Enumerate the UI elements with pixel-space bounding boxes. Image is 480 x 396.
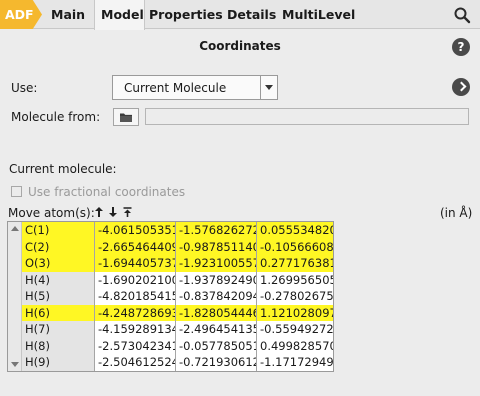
arrow-up-icon[interactable] xyxy=(94,206,104,218)
search-icon[interactable] xyxy=(453,6,471,24)
coordinate-y-cell[interactable]: -1.937892490 xyxy=(176,271,257,290)
coordinate-z-cell[interactable]: 1.121028097 xyxy=(257,304,333,323)
molecule-from-label: Molecule from: xyxy=(11,110,101,124)
tab-properties[interactable]: Properties xyxy=(149,0,223,29)
table-row[interactable]: H(7) -4.159289134 -2.496454135 -0.559492729 xyxy=(22,321,333,339)
tab-multilevel[interactable]: MultiLevel xyxy=(282,0,355,29)
coordinate-z-cell[interactable]: 0.277176381 xyxy=(257,255,333,273)
coordinate-z-cell[interactable]: -0.278026751 xyxy=(257,288,333,306)
arrow-down-icon[interactable] xyxy=(108,206,118,218)
current-molecule-label: Current molecule: xyxy=(9,162,117,176)
fractional-coordinates-label: Use fractional coordinates xyxy=(28,185,186,199)
tab-adf[interactable]: ADF xyxy=(0,0,42,29)
atom-name-cell[interactable]: H(6) xyxy=(22,304,95,323)
coordinate-y-cell[interactable]: -0.057785051 xyxy=(176,337,257,356)
table-scrollbar[interactable] xyxy=(8,222,22,371)
tab-model[interactable]: Model xyxy=(94,0,145,30)
move-to-top-icon[interactable] xyxy=(123,207,132,217)
table-row[interactable]: H(9) -2.504612524 -0.721930612 -1.171729499 xyxy=(22,354,333,371)
use-select[interactable]: Current Molecule xyxy=(112,75,278,100)
atom-name-cell[interactable]: H(5) xyxy=(22,288,95,306)
chevron-right-icon[interactable] xyxy=(452,78,470,96)
coordinate-x-cell[interactable]: -1.694405737 xyxy=(95,255,176,273)
chevron-down-icon[interactable] xyxy=(260,76,277,99)
coordinate-x-cell[interactable]: -4.159289134 xyxy=(95,321,176,339)
panel-title: Coordinates xyxy=(199,39,281,53)
scroll-down-icon[interactable] xyxy=(11,362,19,367)
atom-name-cell[interactable]: O(3) xyxy=(22,255,95,273)
move-atoms-label: Move atom(s): xyxy=(8,206,95,220)
coordinate-x-cell[interactable]: -2.665464409 xyxy=(95,238,176,257)
table-row[interactable]: H(4) -1.690202100 -1.937892490 1.269956505 xyxy=(22,271,333,290)
folder-icon xyxy=(120,113,132,122)
table-row[interactable]: O(3) -1.694405737 -1.923100557 0.277176381 xyxy=(22,255,333,273)
tab-main[interactable]: Main xyxy=(51,0,85,29)
fractional-coordinates-checkbox[interactable] xyxy=(11,186,22,197)
coordinate-x-cell[interactable]: -2.504612524 xyxy=(95,354,176,371)
coordinate-x-cell[interactable]: -2.573042341 xyxy=(95,337,176,356)
atom-name-cell[interactable]: H(8) xyxy=(22,337,95,356)
atom-name-cell[interactable]: C(2) xyxy=(22,238,95,257)
table-row[interactable]: H(8) -2.573042341 -0.057785051 0.499828570 xyxy=(22,337,333,356)
tab-details[interactable]: Details xyxy=(227,0,276,29)
coordinate-z-cell[interactable]: 0.499828570 xyxy=(257,337,333,356)
coordinate-x-cell[interactable]: -1.690202100 xyxy=(95,271,176,290)
atom-name-cell[interactable]: H(7) xyxy=(22,321,95,339)
scroll-up-icon[interactable] xyxy=(11,226,19,231)
coordinate-x-cell[interactable]: -4.248728693 xyxy=(95,304,176,323)
coordinate-y-cell[interactable]: -1.923100557 xyxy=(176,255,257,273)
coordinate-x-cell[interactable]: -4.820185415 xyxy=(95,288,176,306)
atom-table: C(1) -4.061505351 -1.576826272 0.055534820 C… xyxy=(7,221,334,372)
open-folder-button[interactable] xyxy=(113,108,139,126)
coordinate-y-cell[interactable]: -0.987851140 xyxy=(176,238,257,257)
coordinate-y-cell[interactable]: -1.828054446 xyxy=(176,304,257,323)
help-icon[interactable]: ? xyxy=(452,38,470,56)
molecule-from-field[interactable] xyxy=(145,108,469,125)
coordinate-z-cell[interactable]: -0.105666083 xyxy=(257,238,333,257)
coordinate-z-cell[interactable]: 1.269956505 xyxy=(257,271,333,290)
atom-name-cell[interactable]: H(4) xyxy=(22,271,95,290)
coordinate-z-cell[interactable]: 0.055534820 xyxy=(257,222,333,240)
coordinate-x-cell[interactable]: -4.061505351 xyxy=(95,222,176,240)
table-row[interactable]: C(2) -2.665464409 -0.987851140 -0.105666083 xyxy=(22,238,333,257)
coordinate-z-cell[interactable]: -1.171729499 xyxy=(257,354,333,371)
table-row[interactable]: C(1) -4.061505351 -1.576826272 0.055534820 xyxy=(22,222,333,240)
atom-name-cell[interactable]: C(1) xyxy=(22,222,95,240)
table-row[interactable]: H(6) -4.248728693 -1.828054446 1.121028097 xyxy=(22,304,333,323)
coordinate-y-cell[interactable]: -1.576826272 xyxy=(176,222,257,240)
unit-label: (in Å) xyxy=(440,206,473,220)
atom-name-cell[interactable]: H(9) xyxy=(22,354,95,371)
coordinate-y-cell[interactable]: -0.721930612 xyxy=(176,354,257,371)
coordinate-y-cell[interactable]: -2.496454135 xyxy=(176,321,257,339)
coordinate-z-cell[interactable]: -0.559492729 xyxy=(257,321,333,339)
use-select-value: Current Molecule xyxy=(124,81,227,95)
coordinate-y-cell[interactable]: -0.837842094 xyxy=(176,288,257,306)
tab-bar: ADF Main Model Properties Details MultiL… xyxy=(0,0,480,30)
table-row[interactable]: H(5) -4.820185415 -0.837842094 -0.278026751 xyxy=(22,288,333,306)
use-label: Use: xyxy=(11,81,38,95)
